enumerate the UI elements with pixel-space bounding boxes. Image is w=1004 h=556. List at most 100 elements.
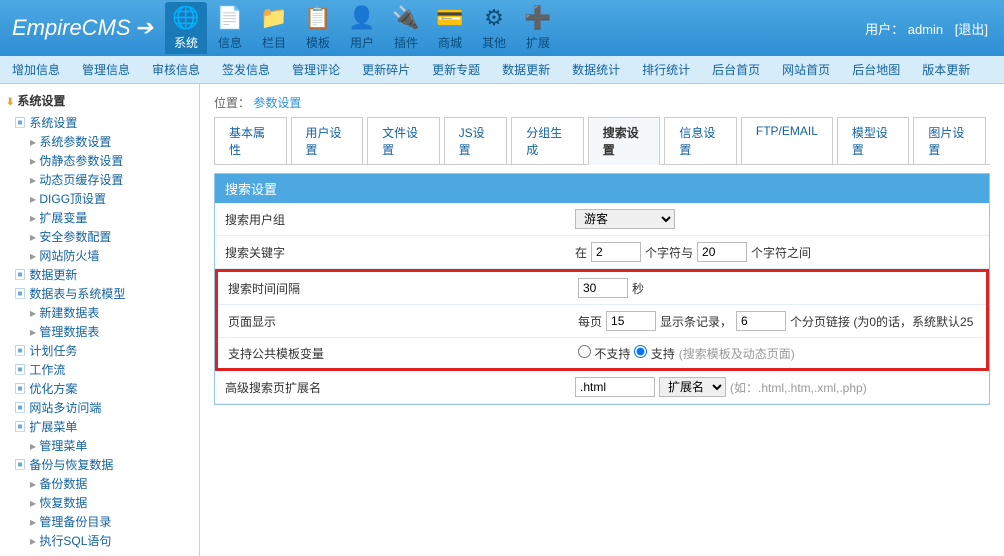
nav-扩展[interactable]: ➕扩展 <box>517 2 559 54</box>
tree-扩展菜单[interactable]: 扩展菜单 <box>2 417 199 436</box>
tpl-radio-yes[interactable] <box>634 345 647 358</box>
menu-排行统计[interactable]: 排行统计 <box>642 61 690 78</box>
模板-icon: 📋 <box>297 2 339 34</box>
tpl-radio-no[interactable] <box>578 345 591 358</box>
tpl-no-support[interactable]: 不支持 <box>578 345 630 362</box>
tab-基本属性[interactable]: 基本属性 <box>214 117 287 164</box>
tree-数据表与系统模型[interactable]: 数据表与系统模型 <box>2 284 199 303</box>
menu-版本更新[interactable]: 版本更新 <box>922 61 970 78</box>
keyword-max-input[interactable] <box>697 242 747 262</box>
nav-商城[interactable]: 💳商城 <box>429 2 471 54</box>
tpl-hint: (搜索模板及动态页面) <box>679 345 795 362</box>
tree-动态页缓存设置[interactable]: 动态页缓存设置 <box>2 170 199 189</box>
sidebar-tree: 系统设置系统参数设置伪静态参数设置动态页缓存设置DIGG顶设置扩展变量安全参数配… <box>0 113 199 550</box>
breadcrumb-prefix: 位置： <box>214 96 250 110</box>
page-label: 页面显示 <box>228 313 578 330</box>
tab-JS设置[interactable]: JS设置 <box>444 117 508 164</box>
keyword-mid: 个字符与 <box>645 244 693 261</box>
keyword-post: 个字符之间 <box>751 244 811 261</box>
menu-数据统计[interactable]: 数据统计 <box>572 61 620 78</box>
menu-签发信息[interactable]: 签发信息 <box>222 61 270 78</box>
tree-网站防火墙[interactable]: 网站防火墙 <box>2 246 199 265</box>
menu-后台地图[interactable]: 后台地图 <box>852 61 900 78</box>
tab-FTP/EMAIL[interactable]: FTP/EMAIL <box>741 117 833 164</box>
row-keyword: 搜索关键字 在 个字符与 个字符之间 <box>215 236 989 269</box>
栏目-icon: 📁 <box>253 2 295 34</box>
tree-伪静态参数设置[interactable]: 伪静态参数设置 <box>2 151 199 170</box>
nav-栏目[interactable]: 📁栏目 <box>253 2 295 54</box>
tree-优化方案[interactable]: 优化方案 <box>2 379 199 398</box>
tree-系统参数设置[interactable]: 系统参数设置 <box>2 132 199 151</box>
tab-用户设置[interactable]: 用户设置 <box>291 117 364 164</box>
search-settings-panel: 搜索设置 搜索用户组 游客 搜索关键字 在 个字符与 <box>214 173 990 405</box>
tab-模型设置[interactable]: 模型设置 <box>837 117 910 164</box>
menubar: 增加信息 管理信息 审核信息 签发信息 管理评论 更新碎片 更新专题 数据更新 数据统计 排行统计… <box>0 56 1004 84</box>
page-post: 个分页链接 (为0的话，系统默认25 <box>790 313 973 330</box>
nav-系统[interactable]: 🌐系统 <box>165 2 207 54</box>
商城-icon: 💳 <box>429 2 471 34</box>
tree-DIGG顶设置[interactable]: DIGG顶设置 <box>2 189 199 208</box>
menu-审核信息[interactable]: 审核信息 <box>152 61 200 78</box>
tab-文件设置[interactable]: 文件设置 <box>367 117 440 164</box>
interval-input[interactable] <box>578 278 628 298</box>
page-per-input[interactable] <box>606 311 656 331</box>
usergroup-select[interactable]: 游客 <box>575 209 675 229</box>
keyword-min-input[interactable] <box>591 242 641 262</box>
tree-数据更新[interactable]: 数据更新 <box>2 265 199 284</box>
menu-管理评论[interactable]: 管理评论 <box>292 61 340 78</box>
tree-执行SQL语句[interactable]: 执行SQL语句 <box>2 531 199 550</box>
breadcrumb-link[interactable]: 参数设置 <box>253 96 301 110</box>
ext-input[interactable] <box>575 377 655 397</box>
user-label: 用户： <box>865 22 904 37</box>
top-header: EmpireCMS ➔ 🌐系统📄信息📁栏目📋模板👤用户🔌插件💳商城⚙其他➕扩展 … <box>0 0 1004 56</box>
tree-备份数据[interactable]: 备份数据 <box>2 474 199 493</box>
tab-搜索设置[interactable]: 搜索设置 <box>588 117 661 165</box>
menu-网站首页[interactable]: 网站首页 <box>782 61 830 78</box>
row-ext: 高级搜索页扩展名 扩展名 (如：.html,.htm,.xml,.php) <box>215 371 989 404</box>
nav-信息[interactable]: 📄信息 <box>209 2 251 54</box>
row-interval: 搜索时间间隔 秒 <box>218 272 986 305</box>
nav-其他[interactable]: ⚙其他 <box>473 2 515 54</box>
tree-备份与恢复数据[interactable]: 备份与恢复数据 <box>2 455 199 474</box>
tree-管理备份目录[interactable]: 管理备份目录 <box>2 512 199 531</box>
tree-网站多访问端[interactable]: 网站多访问端 <box>2 398 199 417</box>
content-area: 位置： 参数设置 基本属性用户设置文件设置JS设置分组生成搜索设置信息设置FTP… <box>200 84 1004 556</box>
menu-更新碎片[interactable]: 更新碎片 <box>362 61 410 78</box>
highlighted-box: 搜索时间间隔 秒 页面显示 每页 显示条记录， 个分 <box>215 269 989 371</box>
tab-图片设置[interactable]: 图片设置 <box>913 117 986 164</box>
nav-插件[interactable]: 🔌插件 <box>385 2 427 54</box>
tpl-label: 支持公共模板变量 <box>228 345 578 362</box>
tree-恢复数据[interactable]: 恢复数据 <box>2 493 199 512</box>
menu-后台首页[interactable]: 后台首页 <box>712 61 760 78</box>
logout-link[interactable]: [退出] <box>955 22 988 37</box>
tree-系统设置[interactable]: 系统设置 <box>2 113 199 132</box>
sidebar-title: 系统设置 <box>0 88 199 113</box>
row-page: 页面显示 每页 显示条记录， 个分页链接 (为0的话，系统默认25 <box>218 305 986 338</box>
tab-信息设置[interactable]: 信息设置 <box>664 117 737 164</box>
page-pre: 每页 <box>578 313 602 330</box>
tree-新建数据表[interactable]: 新建数据表 <box>2 303 199 322</box>
用户-icon: 👤 <box>341 2 383 34</box>
interval-label: 搜索时间间隔 <box>228 280 578 297</box>
menu-更新专题[interactable]: 更新专题 <box>432 61 480 78</box>
menu-管理信息[interactable]: 管理信息 <box>82 61 130 78</box>
tree-安全参数配置[interactable]: 安全参数配置 <box>2 227 199 246</box>
tree-工作流[interactable]: 工作流 <box>2 360 199 379</box>
tpl-support[interactable]: 支持 <box>634 345 674 362</box>
tab-分组生成[interactable]: 分组生成 <box>511 117 584 164</box>
tree-计划任务[interactable]: 计划任务 <box>2 341 199 360</box>
tree-管理数据表[interactable]: 管理数据表 <box>2 322 199 341</box>
其他-icon: ⚙ <box>473 2 515 34</box>
ext-hint: (如：.html,.htm,.xml,.php) <box>730 379 867 396</box>
nav-用户[interactable]: 👤用户 <box>341 2 383 54</box>
sidebar: 系统设置 系统设置系统参数设置伪静态参数设置动态页缓存设置DIGG顶设置扩展变量… <box>0 84 200 556</box>
tree-管理菜单[interactable]: 管理菜单 <box>2 436 199 455</box>
page-links-input[interactable] <box>736 311 786 331</box>
interval-unit: 秒 <box>632 280 644 297</box>
nav-模板[interactable]: 📋模板 <box>297 2 339 54</box>
menu-增加信息[interactable]: 增加信息 <box>12 61 60 78</box>
ext-select[interactable]: 扩展名 <box>659 377 726 397</box>
插件-icon: 🔌 <box>385 2 427 34</box>
menu-数据更新[interactable]: 数据更新 <box>502 61 550 78</box>
tree-扩展变量[interactable]: 扩展变量 <box>2 208 199 227</box>
